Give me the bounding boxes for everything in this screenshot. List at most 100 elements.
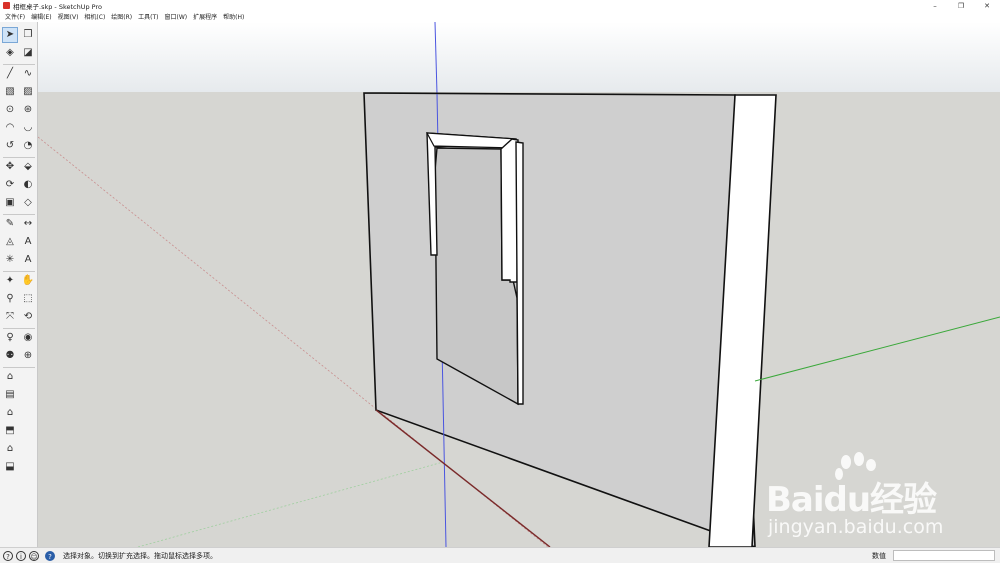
status-text: 选择对象。切换到扩充选择。拖动鼠标选择多项。 xyxy=(63,551,217,560)
select-tool-icon[interactable]: ➤ xyxy=(2,27,18,43)
toolbar-separator xyxy=(3,64,35,65)
toolbar-separator xyxy=(3,214,35,215)
toolbar-row: ↺ ◔ xyxy=(2,138,36,154)
dimension-icon[interactable]: ↔ xyxy=(20,216,36,232)
menu-draw[interactable]: 绘图(R) xyxy=(108,12,135,21)
offset-icon[interactable]: ◇ xyxy=(20,195,36,211)
toolbar-row: ⟳ ◐ xyxy=(2,177,36,193)
line-tool-icon[interactable]: ╱ xyxy=(2,66,18,82)
position-camera-icon[interactable]: ♀ xyxy=(2,330,18,346)
watermark-url: jingyan.baidu.com xyxy=(768,516,944,538)
arc-icon[interactable]: ◠ xyxy=(2,120,18,136)
push-pull-icon[interactable]: ⬙ xyxy=(20,159,36,175)
status-bar: ? i ☺ ? 选择对象。切换到扩充选择。拖动鼠标选择多项。 数值 xyxy=(0,547,1000,563)
paint-bucket-icon[interactable]: ◈ xyxy=(2,45,18,61)
geo-location-icon[interactable]: ? xyxy=(3,550,13,561)
baidu-jingyan-watermark: Baidu经验 jingyan.baidu.com xyxy=(762,452,952,542)
large-tool-set-toolbar: ➤ ❒ ◈ ◪ ╱ ∿ ▧ ▨ ⊙ ⊛ ◠ ◡ ↺ ◔ ✥ ⬙ ⟳ ◐ ▣ ◇ ✎ ↔ ◬ A ✳ A ✦ ✋ ⚲ ⬚ ⤧ ⟲ ♀ ◉ ⚉ ⊕ ⌂ ▤ ⌂ ⬒… xyxy=(0,22,38,547)
toolbar-row: ✎ ↔ xyxy=(2,216,36,232)
toolbar-row: ✳ A xyxy=(2,252,36,268)
section-plane-icon[interactable]: ⊕ xyxy=(20,348,36,364)
toolbar-row: ⬓ xyxy=(2,459,36,475)
menu-window[interactable]: 窗口(W) xyxy=(162,12,191,21)
menu-help[interactable]: 帮助(H) xyxy=(220,12,247,21)
toolbar-row: ⬒ xyxy=(2,423,36,439)
toolbar-row: ▧ ▨ xyxy=(2,84,36,100)
rotate-icon[interactable]: ⟳ xyxy=(2,177,18,193)
menu-bar: 文件(F) 编辑(E) 视图(V) 相机(C) 绘图(R) 工具(T) 窗口(W… xyxy=(0,11,1000,22)
eraser-icon[interactable]: ◪ xyxy=(20,45,36,61)
polygon-icon[interactable]: ⊛ xyxy=(20,102,36,118)
extension-warehouse-icon[interactable]: ⌂ xyxy=(2,405,18,421)
menu-tools[interactable]: 工具(T) xyxy=(135,12,161,21)
window-controls: – ❐ ✕ xyxy=(922,0,1000,11)
frame-side-face[interactable] xyxy=(515,141,524,405)
follow-me-icon[interactable]: ◐ xyxy=(20,177,36,193)
close-button[interactable]: ✕ xyxy=(974,0,1000,11)
freehand-icon[interactable]: ∿ xyxy=(20,66,36,82)
protractor-icon[interactable]: ◬ xyxy=(2,234,18,250)
menu-camera[interactable]: 相机(C) xyxy=(81,12,108,21)
axes-icon[interactable]: ✳ xyxy=(2,252,18,268)
zoom-icon[interactable]: ⚲ xyxy=(2,291,18,307)
send-to-layout-icon[interactable]: ⌂ xyxy=(2,441,18,457)
menu-file[interactable]: 文件(F) xyxy=(2,12,28,21)
restore-button[interactable]: ❐ xyxy=(948,0,974,11)
toolbar-separator xyxy=(3,328,35,329)
three-point-arc-icon[interactable]: ↺ xyxy=(2,138,18,154)
toolbar-row: ▣ ◇ xyxy=(2,195,36,211)
toolbar-separator xyxy=(3,367,35,368)
orbit-icon[interactable]: ✦ xyxy=(2,273,18,289)
warehouse-icon[interactable]: ⌂ xyxy=(2,369,18,385)
toolbar-separator xyxy=(3,271,35,272)
toolbar-row: ◠ ◡ xyxy=(2,120,36,136)
window-title: 相框桌子.skp - SketchUp Pro xyxy=(13,2,102,11)
account-icon[interactable]: ☺ xyxy=(29,550,39,561)
toolbar-row: ⌂ xyxy=(2,405,36,421)
toolbar-row: ◬ A xyxy=(2,234,36,250)
menu-edit[interactable]: 编辑(E) xyxy=(28,12,54,21)
measurements-input[interactable] xyxy=(893,550,995,561)
toolbar-row: ╱ ∿ xyxy=(2,66,36,82)
sketchup-logo-icon xyxy=(3,2,10,9)
component-tool-icon[interactable]: ❒ xyxy=(20,27,36,43)
scale-icon[interactable]: ▣ xyxy=(2,195,18,211)
minimize-button[interactable]: – xyxy=(922,0,948,11)
toolbar-row: ♀ ◉ xyxy=(2,330,36,346)
tape-measure-icon[interactable]: ✎ xyxy=(2,216,18,232)
layout-icon[interactable]: ⬒ xyxy=(2,423,18,439)
toolbar-row: ✦ ✋ xyxy=(2,273,36,289)
two-point-arc-icon[interactable]: ◡ xyxy=(20,120,36,136)
toolbar-row: ➤ ❒ xyxy=(2,27,36,43)
pie-icon[interactable]: ◔ xyxy=(20,138,36,154)
previous-view-icon[interactable]: ⟲ xyxy=(20,309,36,325)
walk-icon[interactable]: ⚉ xyxy=(2,348,18,364)
title-bar: 相框桌子.skp - SketchUp Pro – ❐ ✕ xyxy=(0,0,1000,11)
circle-icon[interactable]: ⊙ xyxy=(2,102,18,118)
3d-text-icon[interactable]: A xyxy=(20,252,36,268)
toolbar-row: ⤧ ⟲ xyxy=(2,309,36,325)
extension-manager-icon[interactable]: ⬓ xyxy=(2,459,18,475)
credits-icon[interactable]: i xyxy=(16,550,26,561)
measurements-label: 数值 xyxy=(872,552,886,560)
toolbar-row: ⌂ xyxy=(2,441,36,457)
look-around-icon[interactable]: ◉ xyxy=(20,330,36,346)
menu-extensions[interactable]: 扩展程序 xyxy=(190,12,220,21)
move-icon[interactable]: ✥ xyxy=(2,159,18,175)
text-icon[interactable]: A xyxy=(20,234,36,250)
toolbar-row: ▤ xyxy=(2,387,36,403)
toolbar-row: ⊙ ⊛ xyxy=(2,102,36,118)
components-icon[interactable]: ▤ xyxy=(2,387,18,403)
menu-view[interactable]: 视图(V) xyxy=(55,12,82,21)
toolbar-row: ◈ ◪ xyxy=(2,45,36,61)
zoom-extents-icon[interactable]: ⤧ xyxy=(2,309,18,325)
instructor-help-icon[interactable]: ? xyxy=(45,550,55,561)
zoom-window-icon[interactable]: ⬚ xyxy=(20,291,36,307)
pan-icon[interactable]: ✋ xyxy=(20,273,36,289)
toolbar-row: ⚲ ⬚ xyxy=(2,291,36,307)
toolbar-row: ✥ ⬙ xyxy=(2,159,36,175)
toolbar-separator xyxy=(3,157,35,158)
sky xyxy=(38,22,1000,92)
rectangle-icon[interactable]: ▧ xyxy=(2,84,18,100)
rotated-rectangle-icon[interactable]: ▨ xyxy=(20,84,36,100)
